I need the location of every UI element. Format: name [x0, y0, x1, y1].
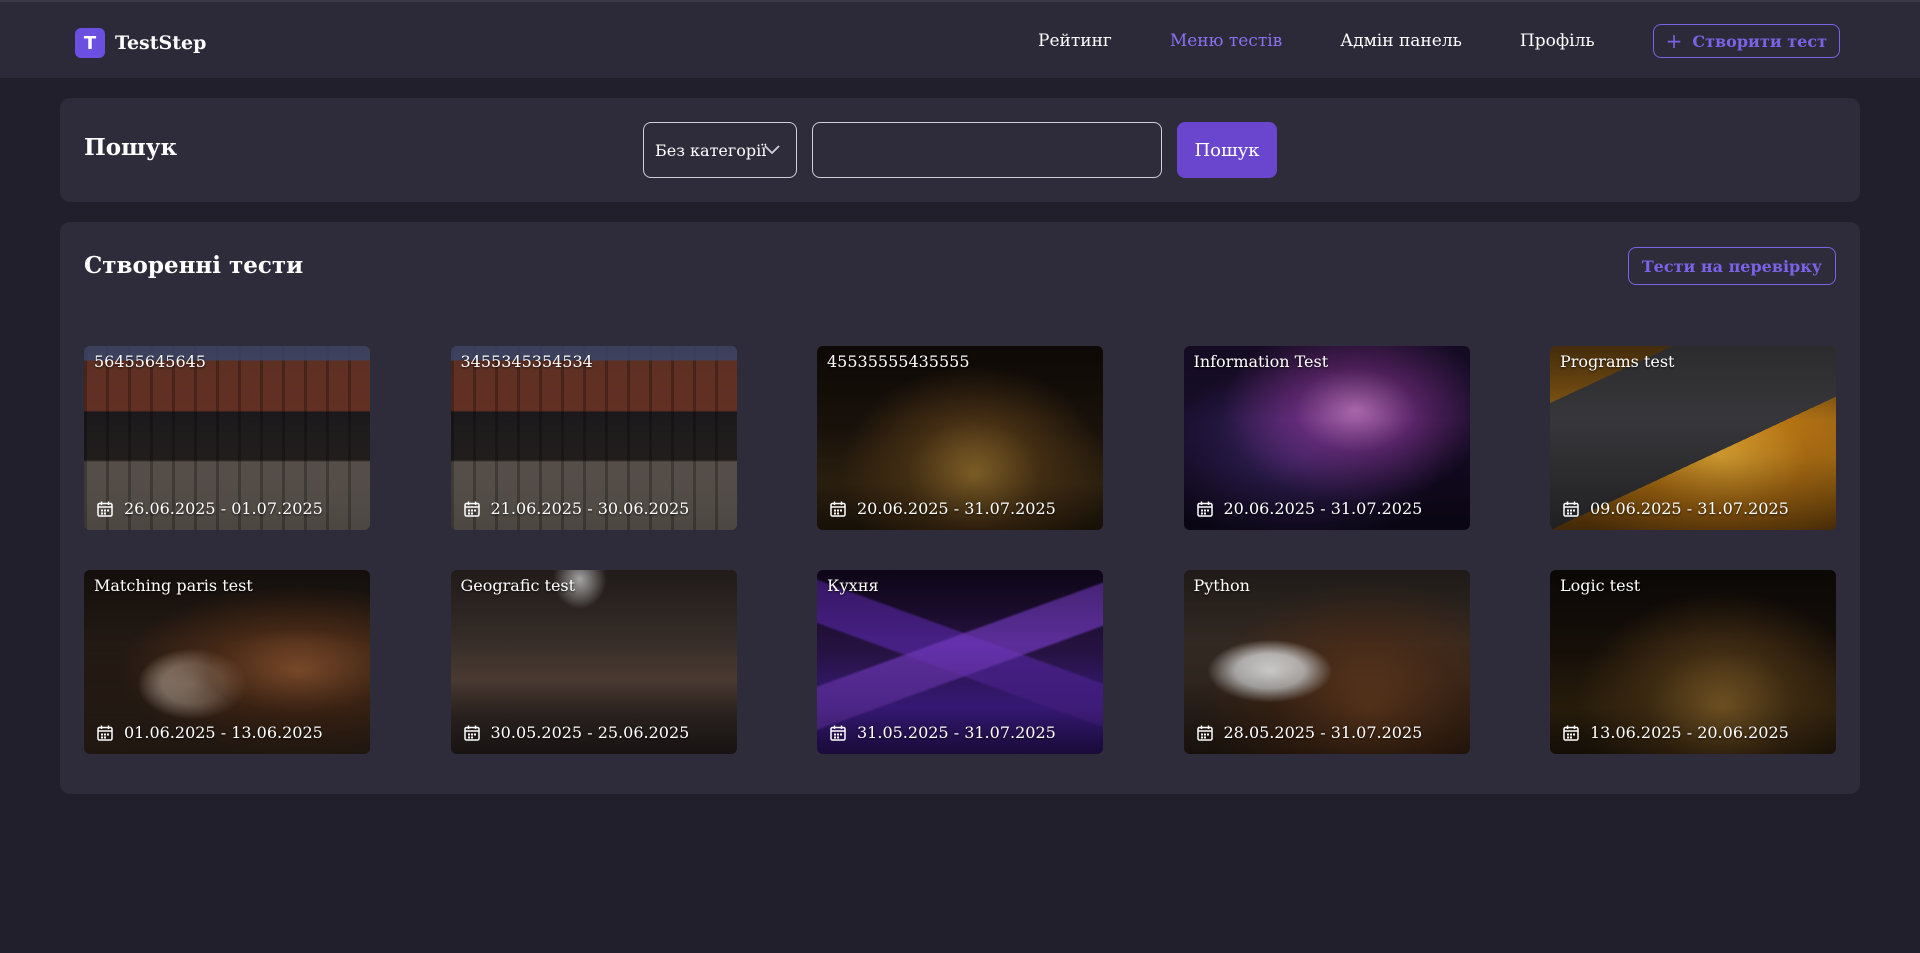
test-card[interactable]: 3455345354534 21.06.2025 - 30.06.2025 — [450, 346, 737, 530]
test-card[interactable]: Logic test 13.06.2025 - 20.06.2025 — [1550, 570, 1836, 754]
card-title: 3455345354534 — [460, 352, 593, 371]
card-title: Information Test — [1193, 352, 1329, 371]
create-test-label: Створити тест — [1692, 31, 1827, 51]
calendar-icon — [463, 725, 480, 741]
card-date-text: 13.06.2025 - 20.06.2025 — [1590, 723, 1789, 742]
nav-item-admin-panel[interactable]: Адмін панель — [1340, 31, 1462, 51]
calendar-icon — [830, 501, 846, 517]
card-date-text: 21.06.2025 - 30.06.2025 — [490, 499, 690, 518]
top-navbar: T TestStep Рейтинг Меню тестів Адмін пан… — [0, 0, 1920, 78]
nav-item-profile[interactable]: Профіль — [1520, 31, 1595, 51]
card-date-range: 13.06.2025 - 20.06.2025 — [1562, 723, 1789, 742]
main-nav: Рейтинг Меню тестів Адмін панель Профіль… — [980, 24, 1840, 58]
card-title: Geografic test — [460, 576, 576, 595]
created-tests-panel: Створенні тести Тести на перевірку 56455… — [60, 222, 1860, 794]
test-card[interactable]: 56455645645 26.06.2025 - 01.07.2025 — [84, 346, 370, 530]
tests-for-review-button[interactable]: Тести на перевірку — [1627, 247, 1836, 285]
calendar-icon — [1563, 725, 1579, 741]
create-test-button[interactable]: + Створити тест — [1652, 24, 1840, 58]
calendar-icon — [1196, 725, 1213, 741]
card-date-range: 31.05.2025 - 31.07.2025 — [829, 723, 1056, 742]
test-card[interactable]: Information Test 20.06.2025 - 31.07.2025 — [1183, 346, 1470, 530]
card-title: Programs test — [1560, 352, 1675, 371]
nav-item-rating[interactable]: Рейтинг — [1038, 31, 1112, 51]
calendar-icon — [830, 725, 846, 741]
category-select[interactable]: Без категорії — [643, 122, 797, 178]
calendar-icon — [97, 725, 113, 741]
app-logo[interactable]: T TestStep — [75, 28, 206, 58]
card-title: Кухня — [827, 576, 879, 595]
card-date-text: 01.06.2025 - 13.06.2025 — [124, 723, 323, 742]
created-tests-title: Створенні тести — [84, 252, 304, 279]
card-date-range: 09.06.2025 - 31.07.2025 — [1562, 499, 1789, 518]
card-date-text: 26.06.2025 - 01.07.2025 — [124, 499, 323, 518]
calendar-icon — [1196, 501, 1213, 517]
card-date-range: 20.06.2025 - 31.07.2025 — [1196, 499, 1423, 518]
card-date-range: 26.06.2025 - 01.07.2025 — [96, 499, 323, 518]
nav-item-tests-menu[interactable]: Меню тестів — [1170, 31, 1282, 51]
card-date-text: 31.05.2025 - 31.07.2025 — [857, 723, 1056, 742]
card-date-text: 20.06.2025 - 31.07.2025 — [1223, 499, 1423, 518]
card-date-text: 09.06.2025 - 31.07.2025 — [1590, 499, 1789, 518]
card-date-range: 28.05.2025 - 31.07.2025 — [1196, 723, 1423, 742]
search-button[interactable]: Пошук — [1177, 122, 1277, 178]
test-card[interactable]: Кухня 31.05.2025 - 31.07.2025 — [817, 570, 1103, 754]
card-date-text: 20.06.2025 - 31.07.2025 — [857, 499, 1056, 518]
calendar-icon — [1563, 501, 1579, 517]
card-title: Python — [1193, 576, 1250, 595]
card-date-text: 30.05.2025 - 25.06.2025 — [490, 723, 690, 742]
chevron-down-icon — [764, 145, 780, 155]
card-title: Matching paris test — [94, 576, 253, 595]
search-panel: Пошук Без категорії Пошук — [60, 98, 1860, 202]
calendar-icon — [97, 501, 113, 517]
test-card[interactable]: 45535555435555 20.06.2025 - 31.07.2025 — [817, 346, 1103, 530]
search-input[interactable] — [812, 122, 1162, 178]
test-card[interactable]: Geografic test 30.05.2025 - 25.06.2025 — [450, 570, 737, 754]
test-card[interactable]: Matching paris test 01.06.2025 - 13.06.2… — [84, 570, 370, 754]
card-date-range: 20.06.2025 - 31.07.2025 — [829, 499, 1056, 518]
card-date-range: 30.05.2025 - 25.06.2025 — [463, 723, 690, 742]
test-cards-grid: 56455645645 26.06.2025 - 01.07.2025 3455… — [84, 346, 1836, 754]
test-card[interactable]: Python 28.05.2025 - 31.07.2025 — [1183, 570, 1470, 754]
card-title: 45535555435555 — [827, 352, 970, 371]
plus-icon: + — [1665, 29, 1683, 53]
calendar-icon — [463, 501, 480, 517]
app-name: TestStep — [115, 32, 207, 54]
card-date-text: 28.05.2025 - 31.07.2025 — [1223, 723, 1423, 742]
search-title: Пошук — [84, 134, 178, 161]
card-title: 56455645645 — [94, 352, 206, 371]
card-date-range: 21.06.2025 - 30.06.2025 — [463, 499, 690, 518]
card-date-range: 01.06.2025 - 13.06.2025 — [96, 723, 323, 742]
card-title: Logic test — [1560, 576, 1641, 595]
test-card[interactable]: Programs test 09.06.2025 - 31.07.2025 — [1550, 346, 1836, 530]
category-select-value: Без категорії — [655, 140, 767, 160]
logo-badge-icon: T — [75, 28, 105, 58]
